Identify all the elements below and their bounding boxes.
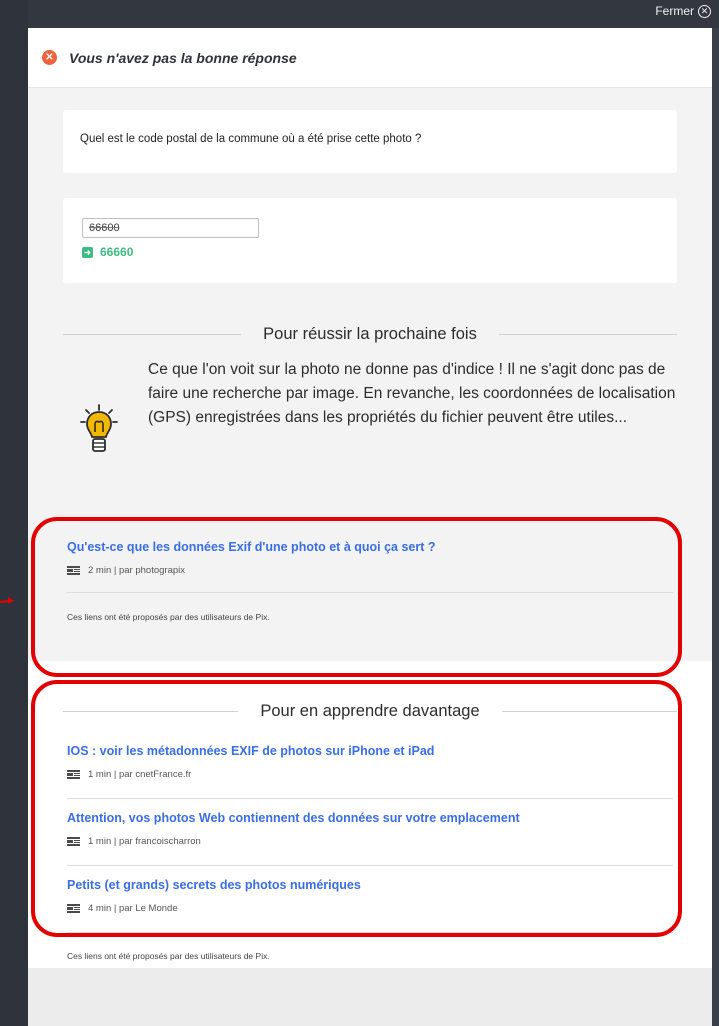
backdrop-left [0, 0, 28, 1026]
divider-line [63, 334, 242, 335]
learn-more-note: Ces liens ont été proposés par des utili… [67, 951, 270, 961]
error-x-icon: ✕ [42, 50, 57, 65]
given-answer-field: 66600 [82, 218, 259, 238]
question-text: Quel est le code postal de la commune où… [80, 133, 422, 145]
given-answer-value: 66600 [89, 222, 120, 234]
backdrop-top [0, 0, 719, 28]
highlight-box-learn-more [31, 680, 682, 937]
arrow-right-icon: ➜ [82, 246, 93, 258]
highlight-box-tips-resources [31, 517, 682, 677]
tips-section-title: Pour réussir la prochaine fois [63, 325, 677, 344]
modal-header: ✕ Vous n'avez pas la bonne réponse [28, 28, 712, 88]
modal-footer [28, 968, 712, 1026]
close-circle-icon: ✕ [698, 4, 711, 18]
tip-text: Ce que l'on voit sur la photo ne donne p… [148, 361, 676, 426]
pointer-arrow-icon [0, 597, 14, 604]
question-card: Quel est le code postal de la commune où… [63, 110, 677, 173]
lightbulb-icon [80, 404, 118, 452]
tips-title: Pour réussir la prochaine fois [263, 325, 477, 343]
header-title: Vous n'avez pas la bonne réponse [69, 49, 297, 66]
close-button[interactable]: Fermer ✕ [655, 4, 711, 18]
answer-card: 66600 ➜ 66660 [63, 198, 677, 283]
correction-modal: ✕ Vous n'avez pas la bonne réponse Quel … [28, 28, 712, 1026]
divider-line [498, 334, 677, 335]
close-label: Fermer [655, 4, 694, 18]
correct-answer-row: ➜ 66660 [82, 245, 133, 259]
correct-answer-value: 66660 [100, 245, 134, 259]
